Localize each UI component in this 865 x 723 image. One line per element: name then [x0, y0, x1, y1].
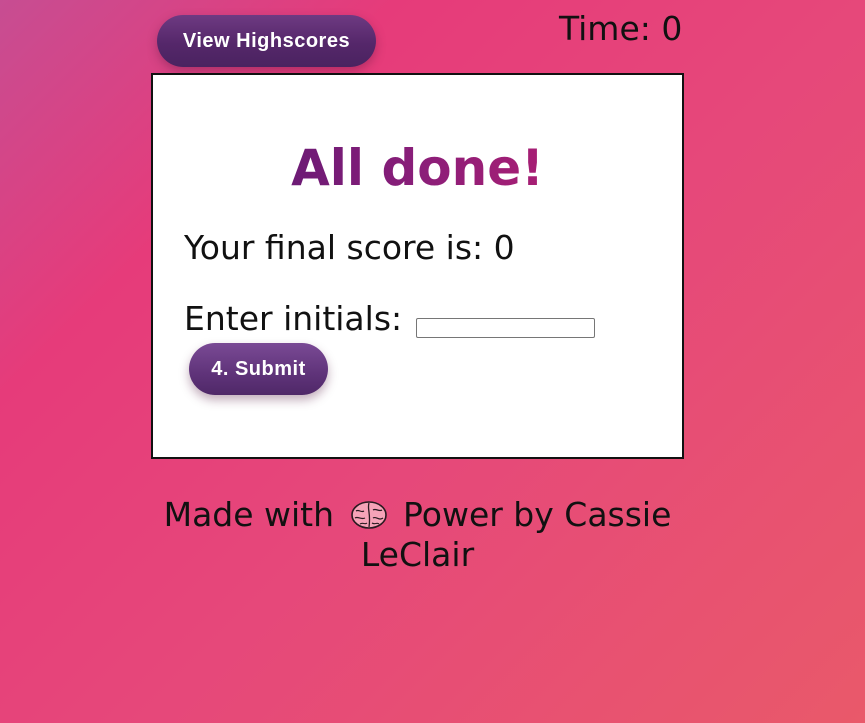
footer-suffix: Power by Cassie LeClair	[360, 495, 672, 574]
final-score-text: Your final score is: 0	[184, 228, 515, 267]
submit-button[interactable]: 4. Submit	[189, 343, 328, 395]
quiz-card: All done! Your final score is: 0 Enter i…	[151, 73, 684, 459]
footer-prefix: Made with	[163, 495, 335, 534]
footer-credit: Made with Power by Cassie LeClair	[160, 495, 675, 575]
initials-row: Enter initials:	[184, 299, 596, 339]
initials-label: Enter initials:	[184, 299, 403, 338]
view-highscores-button[interactable]: View Highscores	[157, 15, 376, 67]
page-title: All done!	[153, 137, 682, 199]
initials-input[interactable]	[416, 318, 596, 338]
timer: Time: 0	[559, 9, 683, 48]
brain-icon	[349, 499, 389, 531]
